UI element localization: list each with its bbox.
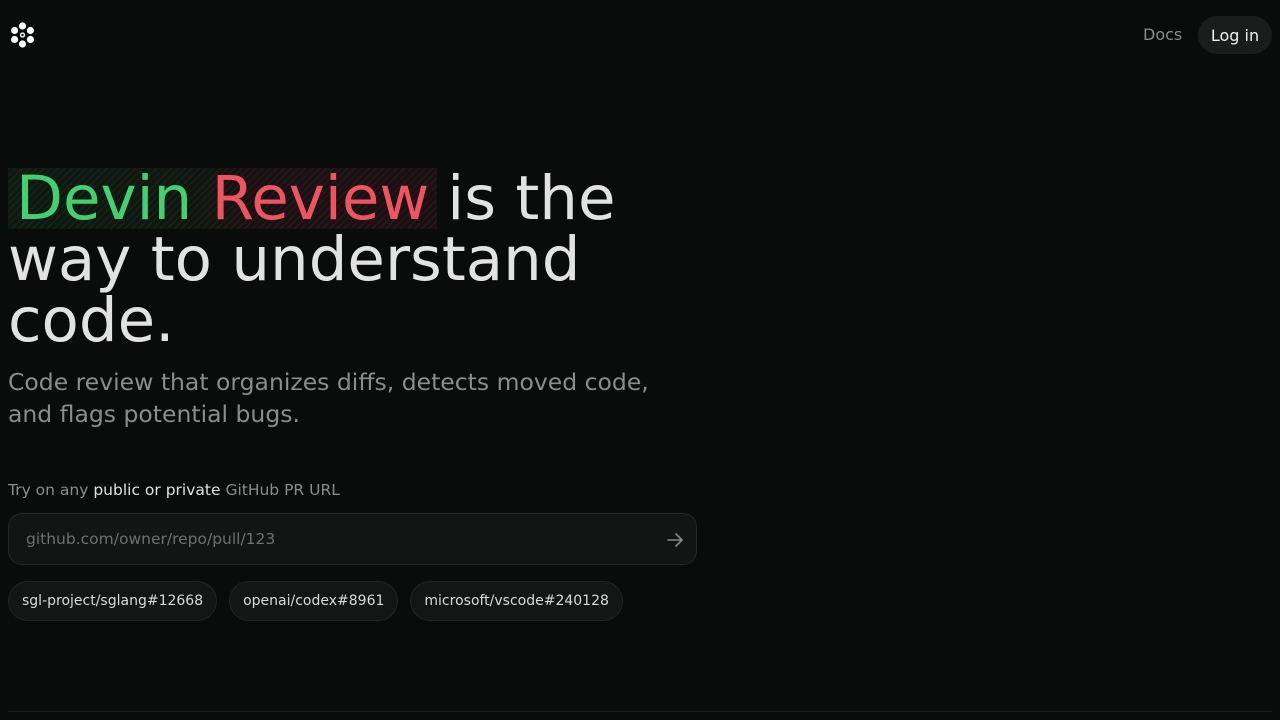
login-button[interactable]: Log in [1198,16,1272,54]
try-suffix: GitHub PR URL [225,481,340,499]
example-pr-list: sgl-project/sglang#12668 openai/codex#89… [8,581,623,621]
example-pr-chip[interactable]: microsoft/vscode#240128 [410,581,623,621]
try-prompt: Try on any public or private GitHub PR U… [8,480,340,500]
divider [8,711,1272,712]
hero-text-line-3: code. [8,285,175,356]
pr-url-input[interactable] [26,528,646,550]
pr-url-form [8,513,697,565]
arrow-right-icon[interactable] [665,530,685,550]
hero-word-review: Review [211,163,430,234]
example-pr-chip[interactable]: sgl-project/sglang#12668 [8,581,218,621]
hero-highlight: Devin Review [8,168,437,229]
top-bar: Docs Log in [0,0,1280,70]
example-pr-chip[interactable]: openai/codex#8961 [229,581,399,621]
hero-subtitle: Code review that organizes diffs, detect… [8,368,649,428]
hero-word-devin: Devin [16,163,193,234]
try-prefix: Try on any [8,481,89,499]
try-emphasis: public or private [93,481,221,499]
hero-heading: Devin Review is the way to understand cod… [8,168,708,351]
docs-link[interactable]: Docs [1143,25,1182,45]
devin-logo-icon[interactable] [10,22,35,48]
